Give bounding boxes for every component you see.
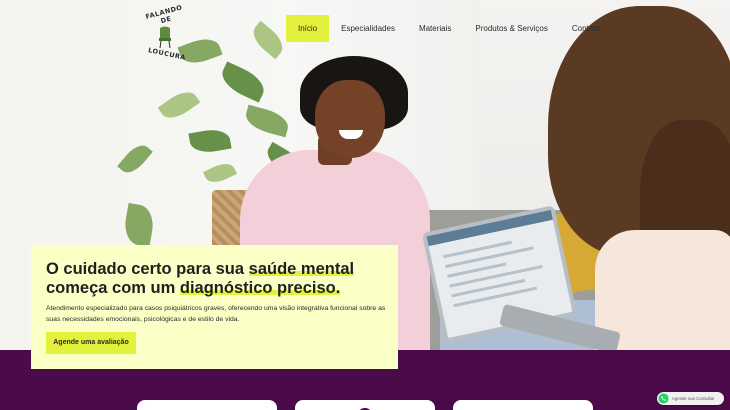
- plant-leaf: [188, 126, 232, 156]
- whatsapp-label: Agende sua Consulta!: [672, 396, 715, 401]
- main-nav: Início Especialidades Materiais Produtos…: [286, 15, 612, 42]
- nav-item-materiais[interactable]: Materiais: [407, 15, 463, 42]
- plant-leaf: [203, 159, 237, 187]
- whatsapp-button[interactable]: Agende sua Consulta!: [657, 392, 724, 405]
- hero-card: O cuidado certo para sua saúde mental com…: [31, 245, 398, 369]
- nav-item-produtos-servicos[interactable]: Produtos & Serviços: [463, 15, 559, 42]
- plant-leaf: [157, 85, 201, 125]
- feature-card[interactable]: [137, 400, 277, 410]
- title-highlight: diagnóstico preciso.: [179, 279, 341, 297]
- feature-card[interactable]: [453, 400, 593, 410]
- feature-card[interactable]: [295, 400, 435, 410]
- person-face: [315, 80, 385, 158]
- chair-icon: [159, 26, 171, 48]
- site-logo[interactable]: FALANDO DE LOUCURA: [143, 3, 187, 62]
- hero-description: Atendimento especializado para casos psi…: [46, 305, 386, 323]
- plant-leaf: [217, 61, 269, 103]
- plant-leaf: [117, 140, 153, 178]
- hero-title: O cuidado certo para sua saúde mental com…: [46, 260, 355, 297]
- nav-item-contato[interactable]: Contato: [560, 15, 612, 42]
- schedule-evaluation-button[interactable]: Agende uma avaliação: [46, 332, 136, 354]
- whatsapp-icon: [658, 393, 669, 404]
- plant-leaf: [247, 20, 289, 60]
- nav-item-especialidades[interactable]: Especialidades: [329, 15, 407, 42]
- logo-text-bottom: LOUCURA: [147, 46, 187, 62]
- plant-leaf: [242, 104, 292, 138]
- title-highlight: saúde mental: [248, 260, 355, 278]
- nav-item-inicio[interactable]: Início: [286, 15, 330, 42]
- plant-leaf: [121, 202, 157, 248]
